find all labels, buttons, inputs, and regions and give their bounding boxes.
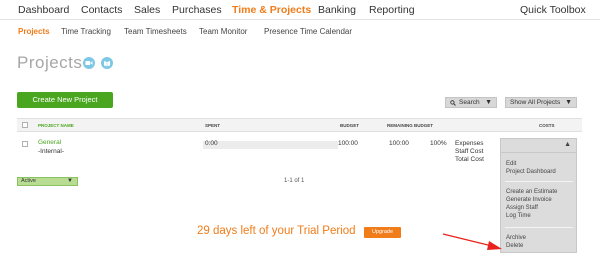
quick-toolbox-link[interactable]: Quick Toolbox [520,4,586,16]
col-spent: SPENT [205,123,221,128]
chevron-down-icon: ▼ [565,99,572,106]
chevron-up-icon: ▲ [564,141,571,148]
project-client: -Internal- [38,148,65,155]
nav-time-projects[interactable]: Time & Projects [232,4,311,16]
cost-label-expenses: Expenses [455,140,484,147]
page-title: Projects [17,53,83,72]
filter-label: Show All Projects [510,99,561,106]
select-all-checkbox[interactable] [22,122,28,128]
nav-purchases[interactable]: Purchases [172,4,222,16]
col-costs: COSTS [539,123,555,128]
pagination-info: 1-1 of 1 [284,178,305,184]
nav-sales[interactable]: Sales [134,4,160,16]
spent-bar [203,141,338,149]
menu-item-project-dashboard[interactable]: Project Dashboard [506,169,556,175]
video-icon[interactable] [83,57,95,69]
actions-menu-toggle[interactable]: ▲ [501,139,576,153]
menu-item-archive[interactable]: Archive [506,235,526,241]
create-new-project-button[interactable]: Create New Project [17,92,113,108]
subnav-team-timesheets[interactable]: Team Timesheets [124,27,187,36]
sub-nav: Projects Time Tracking Team Timesheets T… [0,20,600,40]
chevron-down-icon: ▼ [485,99,492,106]
menu-divider [505,227,573,228]
nav-reporting[interactable]: Reporting [369,4,415,16]
chevron-down-icon: ▼ [67,178,73,184]
menu-item-generate-invoice[interactable]: Generate Invoice [506,197,552,203]
menu-item-assign-staff[interactable]: Assign Staff [506,205,538,211]
menu-item-delete[interactable]: Delete [506,243,523,249]
col-remaining-budget: REMAINING BUDGET [387,123,433,128]
status-select[interactable]: Active ▼ [17,177,78,186]
subnav-projects[interactable]: Projects [18,27,50,36]
spent-value: 0:00 [205,140,218,147]
menu-item-log-time[interactable]: Log Time [506,213,531,219]
menu-item-edit[interactable]: Edit [506,161,516,167]
col-project-name: PROJECT NAME [38,123,74,128]
subnav-time-tracking[interactable]: Time Tracking [61,27,111,36]
project-actions-menu: ▲ Edit Project Dashboard Create an Estim… [500,138,577,253]
subnav-team-monitor[interactable]: Team Monitor [199,27,247,36]
nav-banking[interactable]: Banking [318,4,356,16]
project-name-link[interactable]: General [38,139,61,146]
subnav-presence-time-calendar[interactable]: Presence Time Calendar [264,27,352,36]
col-budget: BUDGET [340,123,359,128]
annotation-arrow-icon [442,233,502,250]
top-nav: Dashboard Contacts Sales Purchases Time … [0,0,600,20]
search-icon [450,99,456,106]
budget-value: 100:00 [338,140,358,147]
status-select-value: Active [21,178,36,184]
menu-divider [505,181,573,182]
search-label: Search [459,99,480,106]
cost-label-staff: Staff Cost [455,148,484,155]
cost-label-total: Total Cost [455,156,484,163]
search-button[interactable]: Search ▼ [445,97,497,108]
nav-contacts[interactable]: Contacts [81,4,122,16]
table-header: PROJECT NAME SPENT BUDGET REMAINING BUDG… [17,118,582,132]
remaining-value: 100:00 [389,140,409,147]
project-filter-select[interactable]: Show All Projects ▼ [505,97,577,108]
trial-message: 29 days left of your Trial Period [197,225,356,237]
nav-dashboard[interactable]: Dashboard [18,4,69,16]
menu-item-create-estimate[interactable]: Create an Estimate [506,189,557,195]
row-checkbox[interactable] [22,141,28,147]
upgrade-button[interactable]: Upgrade [364,227,401,238]
remaining-percent: 100% [430,140,447,147]
book-icon[interactable] [101,57,113,69]
